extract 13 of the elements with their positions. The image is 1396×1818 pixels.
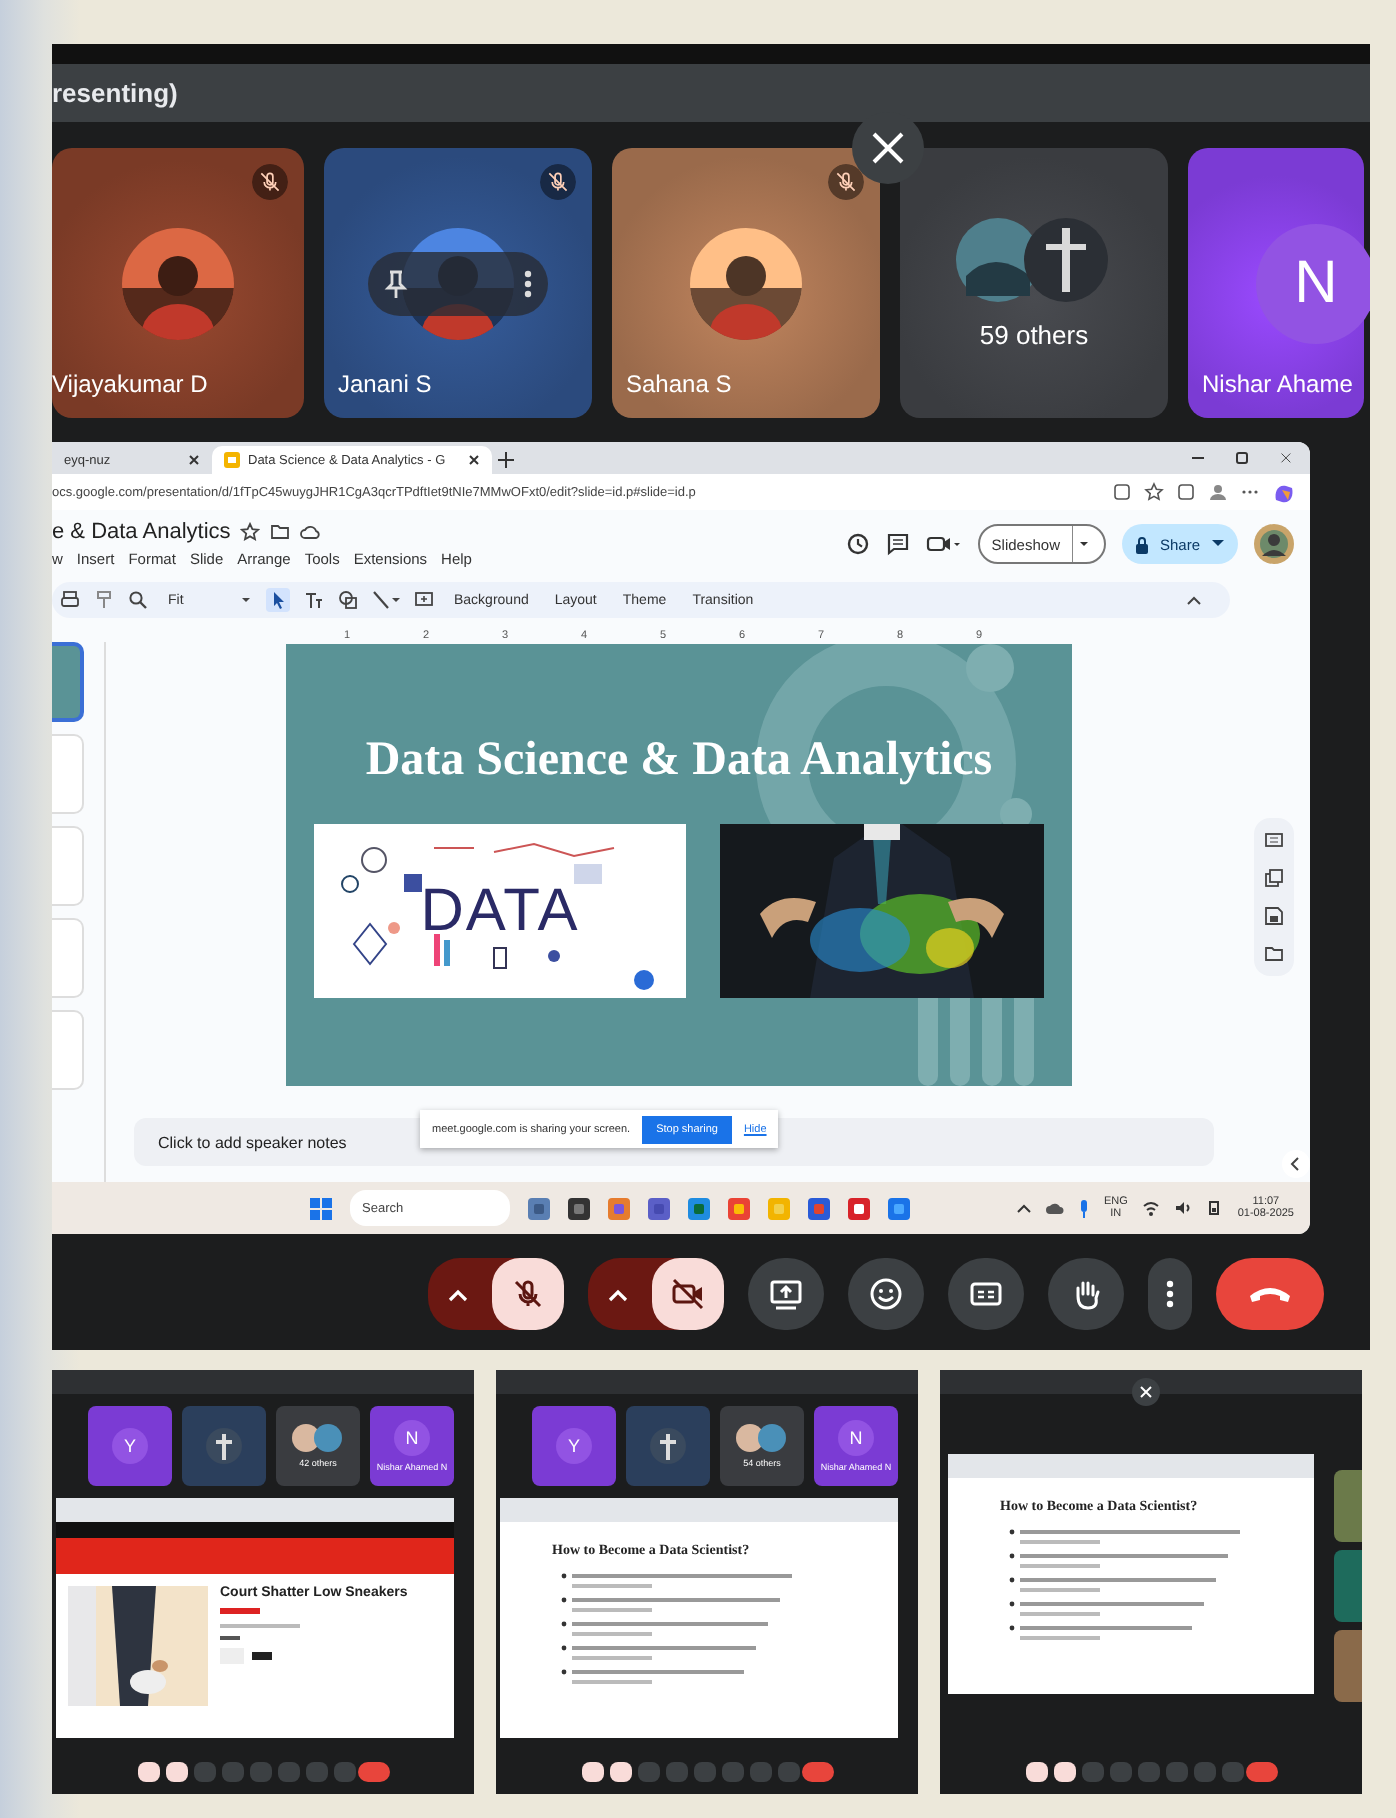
participant-name: Janani S: [338, 370, 432, 398]
participant-name: Nishar Ahame: [1202, 370, 1353, 398]
participant-name: Vijayakumar D: [52, 370, 208, 398]
avatar-initial: Y: [112, 1428, 148, 1464]
avatar-initial: N: [838, 1420, 874, 1456]
avatar-initial: N: [394, 1420, 430, 1456]
avatar-initial: N: [1256, 223, 1370, 343]
avatar-initial: Y: [556, 1428, 592, 1464]
slide-title: Data Science & Data Analytics: [365, 734, 993, 788]
participant-count: 59 others: [979, 320, 1089, 350]
presenter-label: resenting): [52, 78, 178, 108]
participant-name: Sahana S: [626, 370, 732, 398]
illustration-word: DATA: [420, 877, 580, 945]
